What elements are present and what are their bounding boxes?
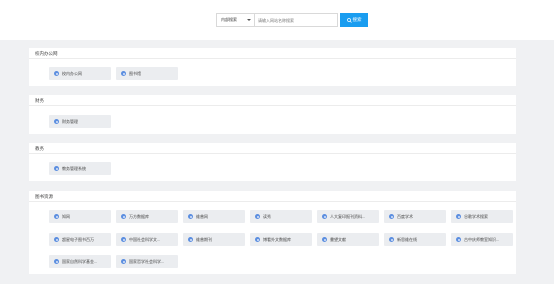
link-label: 万方数据库 [129,213,149,219]
link-tile[interactable]: 古中庆师教室知识... [451,233,513,246]
link-label: 書望文献 [330,236,346,242]
globe-icon [54,71,59,76]
link-tile[interactable]: 中国社会科学文... [116,233,178,246]
link-label: 财务管理 [62,118,78,124]
globe-icon [255,214,260,219]
link-tile[interactable]: 書望文献 [317,233,379,246]
globe-icon [255,237,260,242]
link-label: 国家哲学社会科学... [129,258,165,264]
section-title: 图书资源 [29,191,516,202]
link-label: 百度学术 [397,213,413,219]
link-tile[interactable]: 国家自然科学基金... [49,255,111,268]
link-tile[interactable]: 校内办公网 [49,67,111,80]
globe-icon [389,214,394,219]
globe-icon [54,214,59,219]
search-input[interactable] [254,13,338,27]
globe-icon [456,214,461,219]
link-tile[interactable]: 财务管理 [49,115,111,128]
search-scope-select[interactable]: 内部搜索 [216,13,254,27]
search-button[interactable]: 搜索 [340,13,368,27]
globe-icon [389,237,394,242]
link-label: 国家自然科学基金... [62,258,98,264]
link-tile[interactable]: 超星电子图书百万 [49,233,111,246]
link-label: 中国社会科学文... [129,236,161,242]
section-academic: 教务 教务管理系统 [29,143,516,181]
link-tile[interactable]: 图书馆 [116,67,178,80]
link-tile[interactable]: 新思维在线 [384,233,446,246]
section-finance: 财务 财务管理 [29,95,516,134]
link-label: 博看外文数据库 [263,236,291,242]
globe-icon [322,214,327,219]
section-library-resources: 图书资源 知网 万方数据库 维普网 读秀 人大复印报刊资料... 百度学术 谷歌… [29,191,516,274]
globe-icon [188,214,193,219]
link-tile[interactable]: 读秀 [250,210,312,223]
link-label: 图书馆 [129,70,141,76]
section-office: 校内办公网 校内办公网 图书馆 [29,48,516,86]
globe-icon [54,166,59,171]
globe-icon [121,214,126,219]
link-label: 校内办公网 [62,70,82,76]
search-scope-value: 内部搜索 [221,17,237,22]
link-tile[interactable]: 知网 [49,210,111,223]
globe-icon [54,237,59,242]
link-label: 维普网 [196,213,208,219]
link-tile[interactable]: 国家哲学社会科学... [116,255,178,268]
link-tile[interactable]: 博看外文数据库 [250,233,312,246]
globe-icon [121,259,126,264]
link-label: 古中庆师教室知识... [464,236,500,242]
globe-icon [188,237,193,242]
globe-icon [121,237,126,242]
globe-icon [54,119,59,124]
link-label: 超星电子图书百万 [62,236,94,242]
globe-icon [322,237,327,242]
link-tile[interactable]: 百度学术 [384,210,446,223]
globe-icon [456,237,461,242]
section-title: 校内办公网 [29,48,516,59]
link-tile[interactable]: 维普网 [183,210,245,223]
section-title: 财务 [29,95,516,106]
link-label: 读秀 [263,213,271,219]
link-label: 人大复印报刊资料... [330,213,366,219]
search-icon [346,17,352,23]
globe-icon [54,259,59,264]
link-tile[interactable]: 万方数据库 [116,210,178,223]
link-label: 知网 [62,213,70,219]
link-label: 维普期刊 [196,236,212,242]
link-tile[interactable]: 谷歌学术搜索 [451,210,513,223]
search-bar: 内部搜索 搜索 [216,13,368,27]
link-tile[interactable]: 人大复印报刊资料... [317,210,379,223]
link-label: 谷歌学术搜索 [464,213,488,219]
top-bar: 内部搜索 搜索 [0,0,554,40]
link-label: 教务管理系统 [62,165,86,171]
link-tile[interactable]: 维普期刊 [183,233,245,246]
chevron-down-icon [247,19,251,21]
globe-icon [121,71,126,76]
search-button-label: 搜索 [352,17,362,22]
link-tile[interactable]: 教务管理系统 [49,162,111,175]
link-label: 新思维在线 [397,236,417,242]
section-title: 教务 [29,143,516,154]
